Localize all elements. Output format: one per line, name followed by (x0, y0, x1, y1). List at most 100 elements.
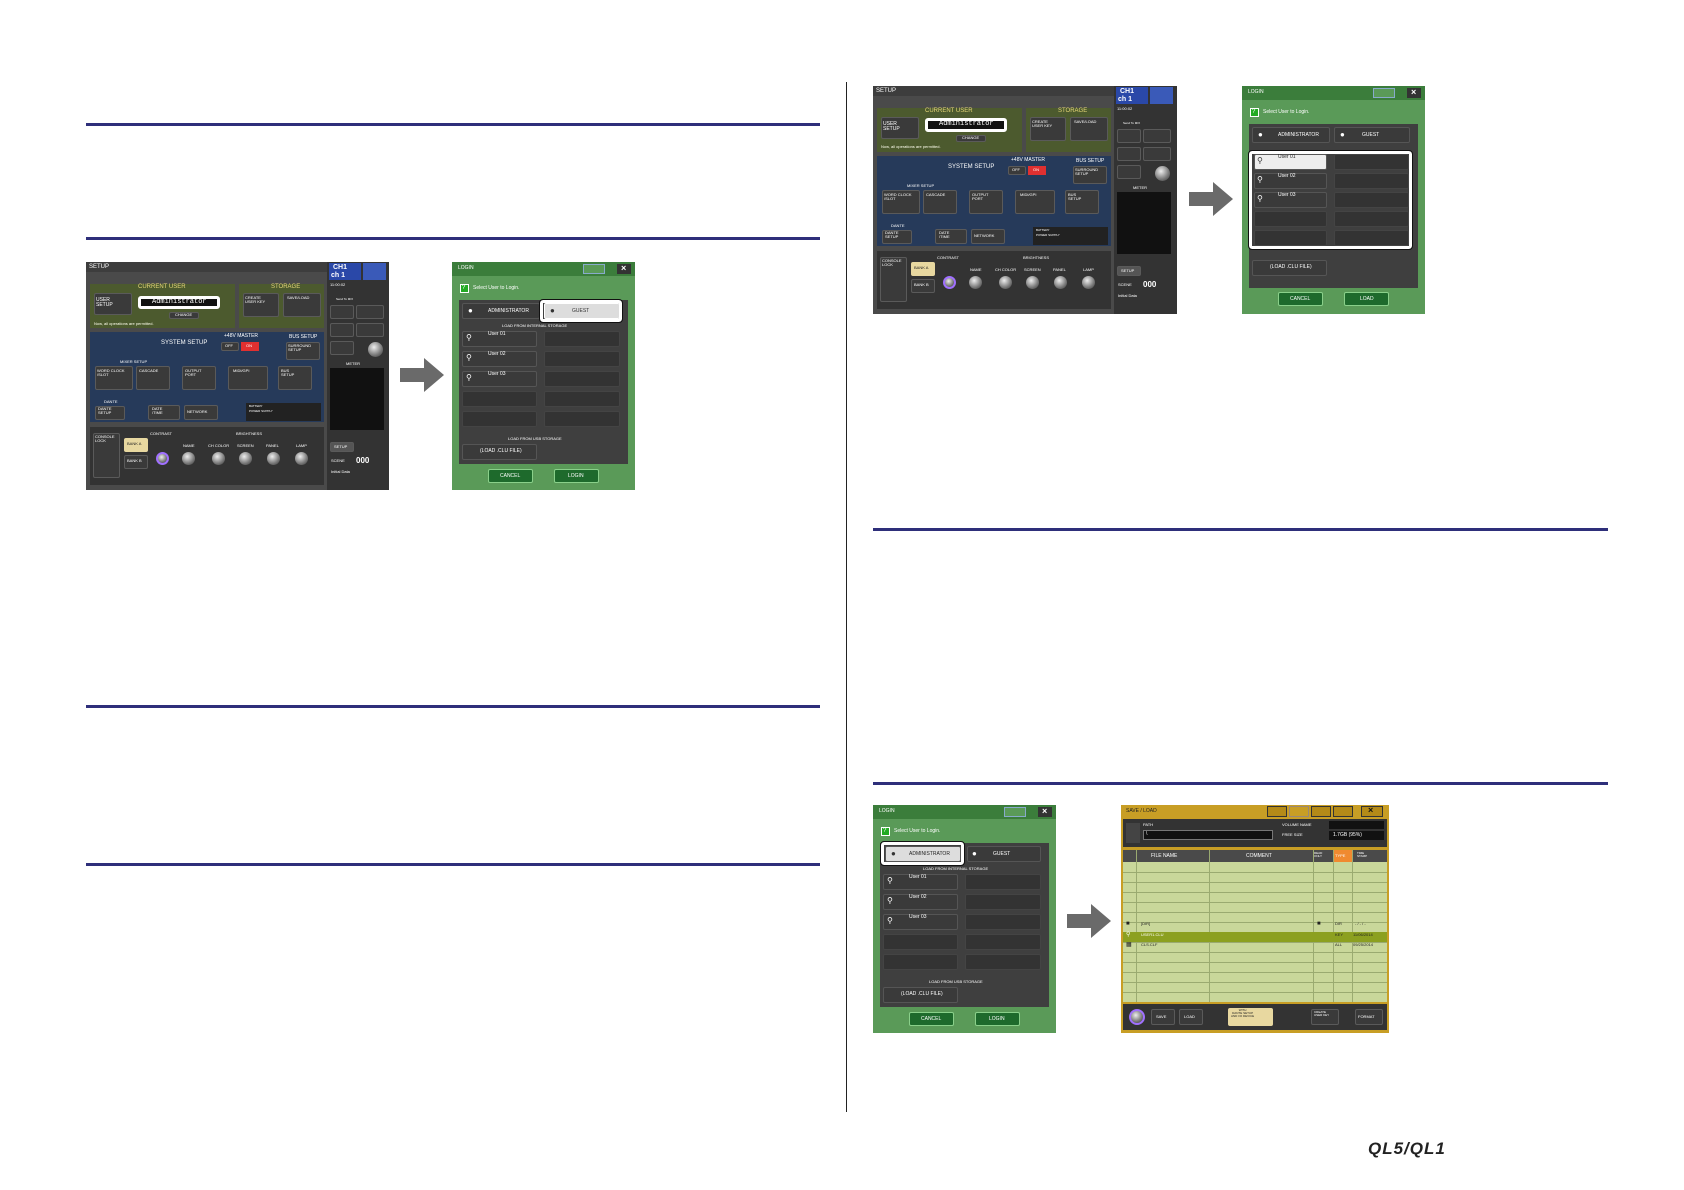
column-file-name: FILE NAME (1151, 853, 1178, 859)
user-slot-9[interactable] (544, 391, 620, 407)
strip-button-5[interactable] (330, 341, 354, 355)
toolbar-button-new-folder[interactable] (1311, 806, 1331, 817)
ch-color-knob[interactable] (212, 452, 225, 465)
key-icon: ⚲ (1257, 156, 1263, 165)
setup-titlebar (86, 262, 327, 272)
strip-button-3[interactable] (330, 323, 354, 337)
file-icon: ▦ (1126, 942, 1132, 948)
channel-name: ch 1 (1118, 96, 1133, 103)
login-key-button[interactable] (1373, 88, 1395, 98)
user-slot-9[interactable] (1334, 211, 1409, 227)
channel-number: CH1 (1120, 88, 1135, 95)
table-row-type: DIR (1335, 921, 1342, 926)
user-slot-6[interactable] (544, 331, 620, 347)
person-icon: ● (1340, 130, 1345, 139)
mixer-setup-label: MIXER SETUP (907, 183, 935, 188)
help-glyph: ? (1252, 109, 1256, 115)
panel-knob[interactable] (267, 452, 280, 465)
user-slot-7[interactable] (544, 351, 620, 367)
scene-label: SCENE (331, 458, 345, 463)
setup-title: SETUP (876, 88, 897, 94)
channel-color-tab[interactable] (1150, 87, 1173, 104)
clock: 11:00:02 (330, 282, 346, 287)
user-slot-8[interactable] (965, 914, 1041, 930)
strip-knob[interactable] (1155, 166, 1170, 181)
name-knob[interactable] (969, 276, 982, 289)
user-slot-5[interactable] (1254, 230, 1327, 246)
toolbar-button-paste[interactable] (1289, 806, 1309, 817)
toolbar-button-make-dir[interactable] (1333, 806, 1353, 817)
meter-label: METER (346, 361, 360, 366)
user-slot-5[interactable] (462, 411, 537, 427)
bus-setup-title: BUS SETUP (1076, 158, 1105, 164)
mixer-setup-label: MIXER SETUP (120, 359, 148, 364)
load-clu-label: (LOAD .CLU FILE) (1270, 264, 1312, 270)
send-to-label: Send To MIX (1123, 121, 1141, 125)
strip-button-2[interactable] (1143, 129, 1171, 143)
console-lock-label: CONSOLE LOCK (882, 258, 902, 267)
user-slot-10[interactable] (1334, 230, 1409, 246)
user-slot-6[interactable] (1334, 154, 1409, 170)
strip-button-1[interactable] (1117, 129, 1141, 143)
administrator-label: ADMINISTRATOR (488, 308, 529, 314)
user-slot-4[interactable] (1254, 211, 1327, 227)
user-slot-8[interactable] (544, 371, 620, 387)
strip-button-5[interactable] (1117, 165, 1141, 179)
user-slot-10[interactable] (544, 411, 620, 427)
create-user-key-label: CREATE USER KEY (1032, 119, 1053, 128)
login-key-button[interactable] (583, 264, 605, 274)
name-knob[interactable] (182, 452, 195, 465)
user-slot-10[interactable] (965, 954, 1041, 970)
load-button-label: LOAD (1360, 296, 1374, 302)
user-slot-4[interactable] (462, 391, 537, 407)
midi-gpi-label: MIDI/GPI (233, 368, 250, 373)
storage-label: STORAGE (1058, 108, 1088, 114)
toolbar-button-copy[interactable] (1267, 806, 1287, 817)
login-title: LOGIN (1248, 89, 1264, 95)
contrast-knob[interactable] (156, 452, 169, 465)
lamp-knob[interactable] (295, 452, 308, 465)
bus-setup-title: BUS SETUP (289, 334, 318, 340)
login-prompt: Select User to Login. (1263, 109, 1310, 115)
screen-knob[interactable] (239, 452, 252, 465)
scroll-knob[interactable] (1129, 1009, 1145, 1025)
folder-icon: ■ (1126, 921, 1130, 927)
lamp-knob[interactable] (1082, 276, 1095, 289)
bank-b-label: BANK B (127, 458, 142, 463)
user-slot-7[interactable] (965, 894, 1041, 910)
contrast-knob[interactable] (943, 276, 956, 289)
user-slot-4[interactable] (883, 934, 958, 950)
strip-button-3[interactable] (1117, 147, 1141, 161)
load-clu-label: (LOAD .CLU FILE) (480, 448, 522, 454)
date-time-label: DATE /TIME (152, 406, 163, 415)
path-field[interactable] (1143, 830, 1273, 840)
up-folder-button[interactable] (1126, 823, 1140, 843)
setup-titlebar (873, 86, 1115, 96)
dante-label: DANTE (891, 223, 905, 228)
strip-button-2[interactable] (356, 305, 384, 319)
user-slot-9[interactable] (965, 934, 1041, 950)
user-slot-5[interactable] (883, 954, 958, 970)
table-row-type: ALL (1335, 942, 1343, 947)
meter-display (1117, 192, 1171, 254)
scene-number: 000 (1143, 280, 1157, 289)
ch-color-knob[interactable] (999, 276, 1012, 289)
screen-knob[interactable] (1026, 276, 1039, 289)
permit-message: Now, all operations are permitted. (881, 144, 941, 149)
login-key-button[interactable] (1004, 807, 1026, 817)
panel-knob[interactable] (1054, 276, 1067, 289)
channel-color-tab[interactable] (363, 263, 386, 280)
channel-number: CH1 (333, 264, 348, 271)
cascade-label: CASCADE (926, 192, 946, 197)
strip-knob[interactable] (368, 342, 383, 357)
cascade-label: CASCADE (139, 368, 159, 373)
key-icon: ⚲ (887, 876, 893, 885)
section-rule (86, 123, 820, 126)
user-slot-8[interactable] (1334, 192, 1409, 208)
section-rule (873, 528, 1608, 531)
strip-button-4[interactable] (1143, 147, 1171, 161)
strip-button-1[interactable] (330, 305, 354, 319)
user-slot-7[interactable] (1334, 173, 1409, 189)
strip-button-4[interactable] (356, 323, 384, 337)
user-slot-6[interactable] (965, 874, 1041, 890)
